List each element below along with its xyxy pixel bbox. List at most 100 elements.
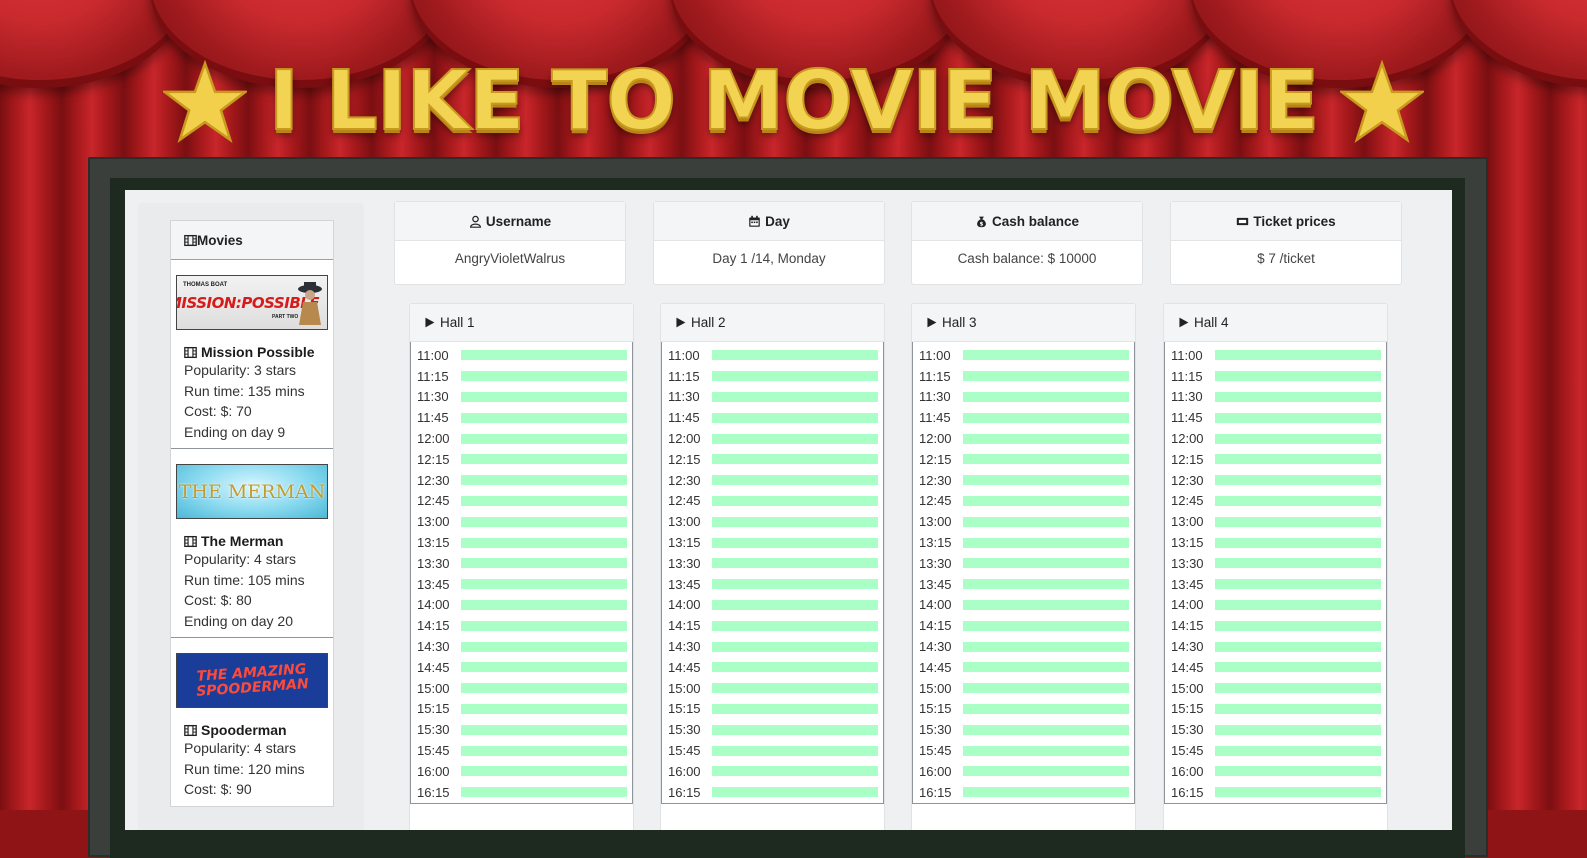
slot-availability-bar[interactable] (712, 454, 878, 465)
movie-card-mission-possible[interactable]: THOMAS BOAT MISSION:POSSIBLE PART TWO Mi… (171, 260, 333, 449)
time-slot[interactable]: 13:00 (411, 511, 632, 532)
slot-availability-bar[interactable] (712, 662, 878, 673)
time-slot[interactable]: 12:15 (913, 449, 1134, 470)
slot-availability-bar[interactable] (461, 641, 627, 652)
slot-availability-bar[interactable] (1215, 454, 1381, 465)
time-slot[interactable]: 11:00 (913, 345, 1134, 366)
slot-availability-bar[interactable] (963, 787, 1129, 798)
time-slot[interactable]: 11:30 (1165, 387, 1386, 408)
slot-availability-bar[interactable] (461, 516, 627, 527)
movie-card-the-merman[interactable]: THE MERMAN The Merman Popularity: 4 star… (171, 449, 333, 638)
time-slot[interactable]: 11:45 (411, 407, 632, 428)
time-slot[interactable]: 13:30 (662, 553, 883, 574)
slot-availability-bar[interactable] (461, 495, 627, 506)
slot-availability-bar[interactable] (1215, 495, 1381, 506)
time-slot[interactable]: 11:45 (662, 407, 883, 428)
slot-availability-bar[interactable] (461, 599, 627, 610)
time-slot[interactable]: 13:30 (913, 553, 1134, 574)
time-slot[interactable]: 13:00 (913, 511, 1134, 532)
slot-availability-bar[interactable] (963, 620, 1129, 631)
slot-availability-bar[interactable] (461, 579, 627, 590)
time-slot[interactable]: 13:30 (411, 553, 632, 574)
slot-availability-bar[interactable] (963, 599, 1129, 610)
time-slot[interactable]: 15:00 (662, 678, 883, 699)
slot-availability-bar[interactable] (1215, 371, 1381, 382)
time-slot[interactable]: 11:00 (411, 345, 632, 366)
time-slot[interactable]: 12:15 (411, 449, 632, 470)
slot-availability-bar[interactable] (712, 475, 878, 486)
time-slot[interactable]: 16:15 (1165, 782, 1386, 803)
time-slot[interactable]: 13:30 (1165, 553, 1386, 574)
time-slot[interactable]: 11:00 (662, 345, 883, 366)
time-slot[interactable]: 11:45 (913, 407, 1134, 428)
slot-availability-bar[interactable] (1215, 662, 1381, 673)
time-slot[interactable]: 12:00 (411, 428, 632, 449)
time-slot[interactable]: 15:45 (662, 740, 883, 761)
slot-availability-bar[interactable] (712, 745, 878, 756)
time-slot[interactable]: 11:30 (411, 387, 632, 408)
time-slot[interactable]: 13:00 (662, 511, 883, 532)
slot-availability-bar[interactable] (712, 495, 878, 506)
hall-header[interactable]: Hall 3 (912, 304, 1135, 342)
slot-availability-bar[interactable] (1215, 412, 1381, 423)
slot-availability-bar[interactable] (461, 787, 627, 798)
time-slot[interactable]: 11:00 (1165, 345, 1386, 366)
time-slot[interactable]: 11:30 (913, 387, 1134, 408)
slot-availability-bar[interactable] (461, 371, 627, 382)
slot-availability-bar[interactable] (461, 537, 627, 548)
time-slot[interactable]: 12:00 (913, 428, 1134, 449)
time-slot[interactable]: 12:30 (913, 470, 1134, 491)
slot-availability-bar[interactable] (1215, 766, 1381, 777)
slot-availability-bar[interactable] (461, 558, 627, 569)
time-slot[interactable]: 12:45 (1165, 491, 1386, 512)
movie-poster[interactable]: THOMAS BOAT MISSION:POSSIBLE PART TWO (176, 275, 328, 330)
slot-availability-bar[interactable] (712, 391, 878, 402)
time-slot[interactable]: 13:45 (913, 574, 1134, 595)
time-slot[interactable]: 14:45 (411, 657, 632, 678)
slot-availability-bar[interactable] (963, 766, 1129, 777)
slot-availability-bar[interactable] (1215, 391, 1381, 402)
time-slot[interactable]: 16:00 (662, 761, 883, 782)
hall-header[interactable]: Hall 1 (410, 304, 633, 342)
time-slot[interactable]: 15:15 (1165, 699, 1386, 720)
slot-availability-bar[interactable] (461, 475, 627, 486)
movie-poster[interactable]: THE AMAZING SPOODERMAN (176, 653, 328, 708)
time-slot[interactable]: 12:00 (662, 428, 883, 449)
time-slot[interactable]: 15:30 (411, 719, 632, 740)
slot-availability-bar[interactable] (1215, 620, 1381, 631)
slot-availability-bar[interactable] (461, 662, 627, 673)
time-slot[interactable]: 14:30 (411, 636, 632, 657)
time-slot[interactable]: 13:00 (1165, 511, 1386, 532)
slot-availability-bar[interactable] (712, 579, 878, 590)
slot-availability-bar[interactable] (963, 454, 1129, 465)
time-slot[interactable]: 15:30 (662, 719, 883, 740)
slot-availability-bar[interactable] (712, 537, 878, 548)
slot-availability-bar[interactable] (1215, 537, 1381, 548)
slot-availability-bar[interactable] (963, 662, 1129, 673)
slot-availability-bar[interactable] (963, 724, 1129, 735)
time-slot[interactable]: 11:45 (1165, 407, 1386, 428)
slot-availability-bar[interactable] (1215, 745, 1381, 756)
slot-availability-bar[interactable] (712, 703, 878, 714)
time-slot[interactable]: 16:00 (913, 761, 1134, 782)
time-slot[interactable]: 12:15 (662, 449, 883, 470)
time-slot[interactable]: 16:15 (913, 782, 1134, 803)
hall-header[interactable]: Hall 4 (1164, 304, 1387, 342)
slot-availability-bar[interactable] (461, 391, 627, 402)
slot-availability-bar[interactable] (963, 579, 1129, 590)
time-slot[interactable]: 14:15 (411, 615, 632, 636)
slot-availability-bar[interactable] (963, 391, 1129, 402)
time-slot[interactable]: 15:45 (913, 740, 1134, 761)
slot-availability-bar[interactable] (1215, 787, 1381, 798)
slot-availability-bar[interactable] (712, 641, 878, 652)
slot-availability-bar[interactable] (712, 766, 878, 777)
slot-availability-bar[interactable] (1215, 558, 1381, 569)
time-slot[interactable]: 14:45 (662, 657, 883, 678)
time-slot[interactable]: 16:00 (1165, 761, 1386, 782)
slot-availability-bar[interactable] (461, 766, 627, 777)
time-slot[interactable]: 14:45 (1165, 657, 1386, 678)
time-slot[interactable]: 13:45 (1165, 574, 1386, 595)
time-slot[interactable]: 13:45 (662, 574, 883, 595)
time-slot[interactable]: 15:30 (1165, 719, 1386, 740)
slot-availability-bar[interactable] (1215, 599, 1381, 610)
